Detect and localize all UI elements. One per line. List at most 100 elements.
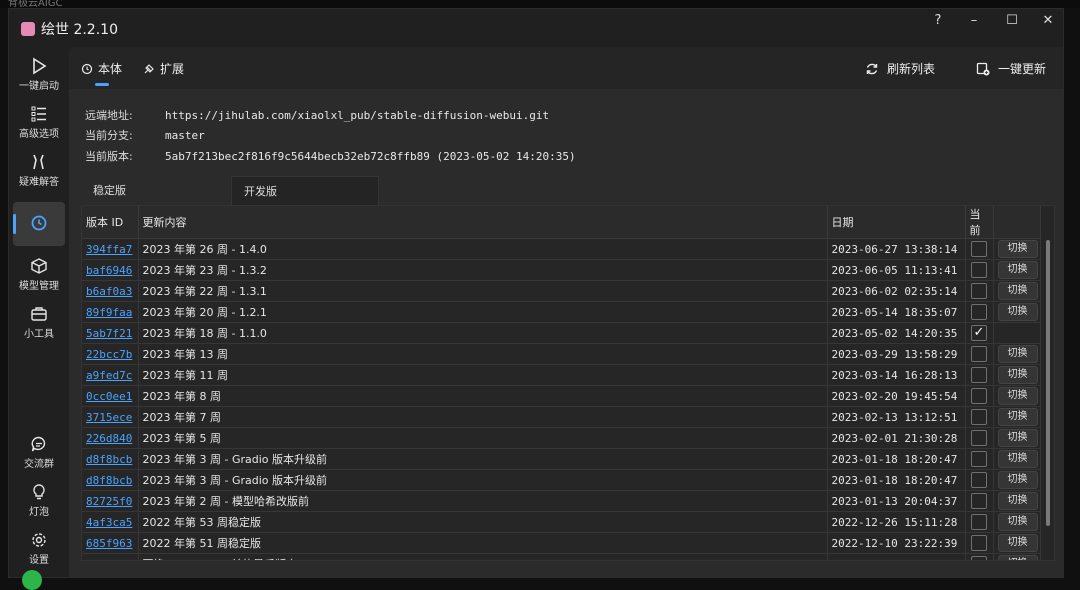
sidebar-item-lightbulb[interactable]: 灯泡 bbox=[13, 483, 65, 518]
switch-button[interactable]: 切换 bbox=[997, 429, 1038, 447]
refresh-list-button[interactable]: 刷新列表 bbox=[865, 60, 935, 77]
current-checkbox[interactable] bbox=[971, 409, 987, 425]
list-icon bbox=[31, 106, 46, 122]
version-id-link[interactable]: 685f963 bbox=[82, 532, 139, 554]
current-checkbox[interactable] bbox=[971, 367, 987, 383]
version-id-link[interactable]: 89f9faa bbox=[82, 301, 139, 323]
switch-button[interactable]: 切换 bbox=[997, 240, 1038, 258]
current-checkbox[interactable] bbox=[971, 451, 987, 467]
table-row[interactable]: 4af3ca5 2022 年第 53 周稳定版 2022-12-26 15:11:2… bbox=[82, 511, 1041, 533]
current-checkbox[interactable] bbox=[971, 388, 987, 404]
table-row[interactable]: baf6946 2023 年第 23 周 - 1.3.2 2023-06-05 11… bbox=[82, 259, 1041, 281]
maximize-icon[interactable]: ☐ bbox=[997, 13, 1027, 28]
version-id-link[interactable]: baf6946 bbox=[82, 259, 139, 281]
switch-button[interactable]: 切换 bbox=[997, 492, 1038, 510]
version-id-link[interactable]: 82725f0 bbox=[82, 490, 139, 512]
current-checkbox[interactable] bbox=[971, 535, 987, 551]
current-checkbox[interactable] bbox=[971, 430, 987, 446]
current-checkbox[interactable] bbox=[971, 472, 987, 488]
update-content: 2023 年第 13 周 bbox=[138, 343, 828, 365]
table-row[interactable]: d8f8bcb 2023 年第 3 周 - Gradio 版本升级前 2023-01… bbox=[82, 448, 1041, 470]
sidebar-item-tools[interactable]: 小工具 bbox=[13, 305, 65, 340]
version-label: 当前版本: bbox=[85, 150, 133, 163]
current-checkbox[interactable] bbox=[971, 493, 987, 509]
version-id-link[interactable]: a9fed7c bbox=[82, 364, 139, 386]
branch-row: 当前分支: master bbox=[85, 127, 205, 143]
version-id-link[interactable]: 394ffa7 bbox=[82, 238, 139, 260]
table-row[interactable]: c833d5b更换 OPEN_CLIP 前的最后版本2022-11-26 10:… bbox=[82, 553, 1041, 560]
current-checkbox[interactable] bbox=[971, 241, 987, 257]
switch-button[interactable]: 切换 bbox=[997, 513, 1038, 531]
switch-button[interactable]: 切换 bbox=[997, 555, 1038, 560]
current-checkbox[interactable]: ✓ bbox=[971, 325, 987, 341]
minimize-icon[interactable]: – bbox=[959, 13, 989, 28]
tab-stable[interactable]: 稳定版 bbox=[81, 176, 229, 206]
table-row[interactable]: 0cc0ee1 2023 年第 8 周 2023-02-20 19:45:54 切换 bbox=[82, 385, 1041, 407]
version-date: 2023-06-27 13:38:14 bbox=[827, 238, 966, 260]
tab-core[interactable]: 本体 bbox=[81, 60, 122, 86]
sidebar-item-troubleshoot[interactable]: 疑难解答 bbox=[13, 153, 65, 188]
tab-extensions[interactable]: 扩展 bbox=[143, 60, 184, 77]
version-id-link[interactable]: d8f8bcb bbox=[82, 448, 139, 470]
close-icon[interactable]: ✕ bbox=[1033, 13, 1063, 28]
switch-button[interactable]: 切换 bbox=[997, 408, 1038, 426]
table-row[interactable]: 22bcc7b 2023 年第 13 周 2023-03-29 13:58:29 切换 bbox=[82, 343, 1041, 365]
table-row[interactable]: 3715ece 2023 年第 7 周 2023-02-13 13:12:51 切换 bbox=[82, 406, 1041, 428]
switch-button[interactable]: 切换 bbox=[997, 387, 1038, 405]
current-checkbox[interactable] bbox=[971, 514, 987, 530]
switch-button[interactable]: 切换 bbox=[997, 345, 1038, 363]
sidebar-item-models[interactable]: 模型管理 bbox=[13, 257, 65, 292]
sidebar-item-settings[interactable]: 设置 bbox=[13, 531, 65, 566]
version-table-container[interactable]: 版本 ID 更新内容 日期 当前 394ffa7 2023 年第 26 周 - 1… bbox=[81, 205, 1055, 561]
tab-label: 开发版 bbox=[244, 185, 277, 198]
version-id-link[interactable]: b6af0a3 bbox=[82, 280, 139, 302]
current-cell bbox=[965, 385, 994, 407]
history-icon bbox=[31, 215, 47, 231]
switch-button[interactable]: 切换 bbox=[997, 303, 1038, 321]
version-id-link[interactable]: 3715ece bbox=[82, 406, 139, 428]
help-icon[interactable]: ? bbox=[923, 13, 953, 28]
one-click-update-button[interactable]: 一键更新 bbox=[976, 60, 1046, 77]
table-row[interactable]: a9fed7c 2023 年第 11 周 2023-03-14 16:28:13 切换 bbox=[82, 364, 1041, 386]
sidebar-item-label: 一键启动 bbox=[19, 81, 59, 92]
current-checkbox[interactable] bbox=[971, 346, 987, 362]
tab-dev[interactable]: 开发版 bbox=[231, 176, 379, 206]
switch-button[interactable]: 切换 bbox=[997, 366, 1038, 384]
version-id-link[interactable]: 226d840 bbox=[82, 427, 139, 449]
version-id-link[interactable]: 0cc0ee1 bbox=[82, 385, 139, 407]
version-id-link[interactable]: 5ab7f21 bbox=[82, 322, 139, 344]
version-id-link[interactable]: 22bcc7b bbox=[82, 343, 139, 365]
header-date[interactable]: 日期 bbox=[827, 206, 966, 239]
table-row[interactable]: 394ffa7 2023 年第 26 周 - 1.4.0 2023-06-27 13… bbox=[82, 238, 1041, 260]
update-content: 2023 年第 3 周 - Gradio 版本升级前 bbox=[138, 469, 828, 491]
table-row[interactable]: 226d840 2023 年第 5 周 2023-02-01 21:30:28 切换 bbox=[82, 427, 1041, 449]
switch-button[interactable]: 切换 bbox=[997, 282, 1038, 300]
sidebar-item-history[interactable] bbox=[13, 202, 65, 246]
current-checkbox[interactable] bbox=[971, 283, 987, 299]
header-current[interactable]: 当前 bbox=[965, 206, 994, 239]
table-row[interactable]: 5ab7f21 2023 年第 18 周 - 1.1.0 2023-05-02 14… bbox=[82, 322, 1041, 344]
sidebar-item-launch[interactable]: 一键启动 bbox=[13, 57, 65, 92]
switch-button[interactable]: 切换 bbox=[997, 261, 1038, 279]
table-row[interactable]: 685f963 2022 年第 51 周稳定版 2022-12-10 23:22:3… bbox=[82, 532, 1041, 554]
switch-button[interactable]: 切换 bbox=[997, 471, 1038, 489]
window-title: 绘世 2.2.10 bbox=[41, 22, 118, 38]
current-checkbox[interactable] bbox=[971, 556, 987, 560]
current-checkbox[interactable] bbox=[971, 304, 987, 320]
switch-button[interactable]: 切换 bbox=[997, 534, 1038, 552]
version-id-link[interactable]: 4af3ca5 bbox=[82, 511, 139, 533]
table-row[interactable]: d8f8bcb 2023 年第 3 周 - Gradio 版本升级前 2023-01… bbox=[82, 469, 1041, 491]
sidebar-item-community[interactable]: 交流群 bbox=[13, 435, 65, 470]
header-content[interactable]: 更新内容 bbox=[138, 206, 828, 239]
table-row[interactable]: b6af0a3 2023 年第 22 周 - 1.3.1 2023-06-02 02… bbox=[82, 280, 1041, 302]
update-icon bbox=[976, 62, 990, 75]
header-version-id[interactable]: 版本 ID bbox=[82, 206, 139, 239]
switch-button[interactable]: 切换 bbox=[997, 450, 1038, 468]
vertical-scrollbar[interactable] bbox=[1046, 240, 1050, 526]
version-id-link[interactable]: d8f8bcb bbox=[82, 469, 139, 491]
current-checkbox[interactable] bbox=[971, 262, 987, 278]
sidebar-item-advanced[interactable]: 高级选项 bbox=[13, 105, 65, 140]
version-id-link[interactable]: c833d5b bbox=[82, 553, 139, 560]
table-row[interactable]: 89f9faa 2023 年第 20 周 - 1.2.1 2023-05-14 18… bbox=[82, 301, 1041, 323]
table-row[interactable]: 82725f0 2023 年第 2 周 - 模型哈希改版前 2023-01-13 2… bbox=[82, 490, 1041, 512]
